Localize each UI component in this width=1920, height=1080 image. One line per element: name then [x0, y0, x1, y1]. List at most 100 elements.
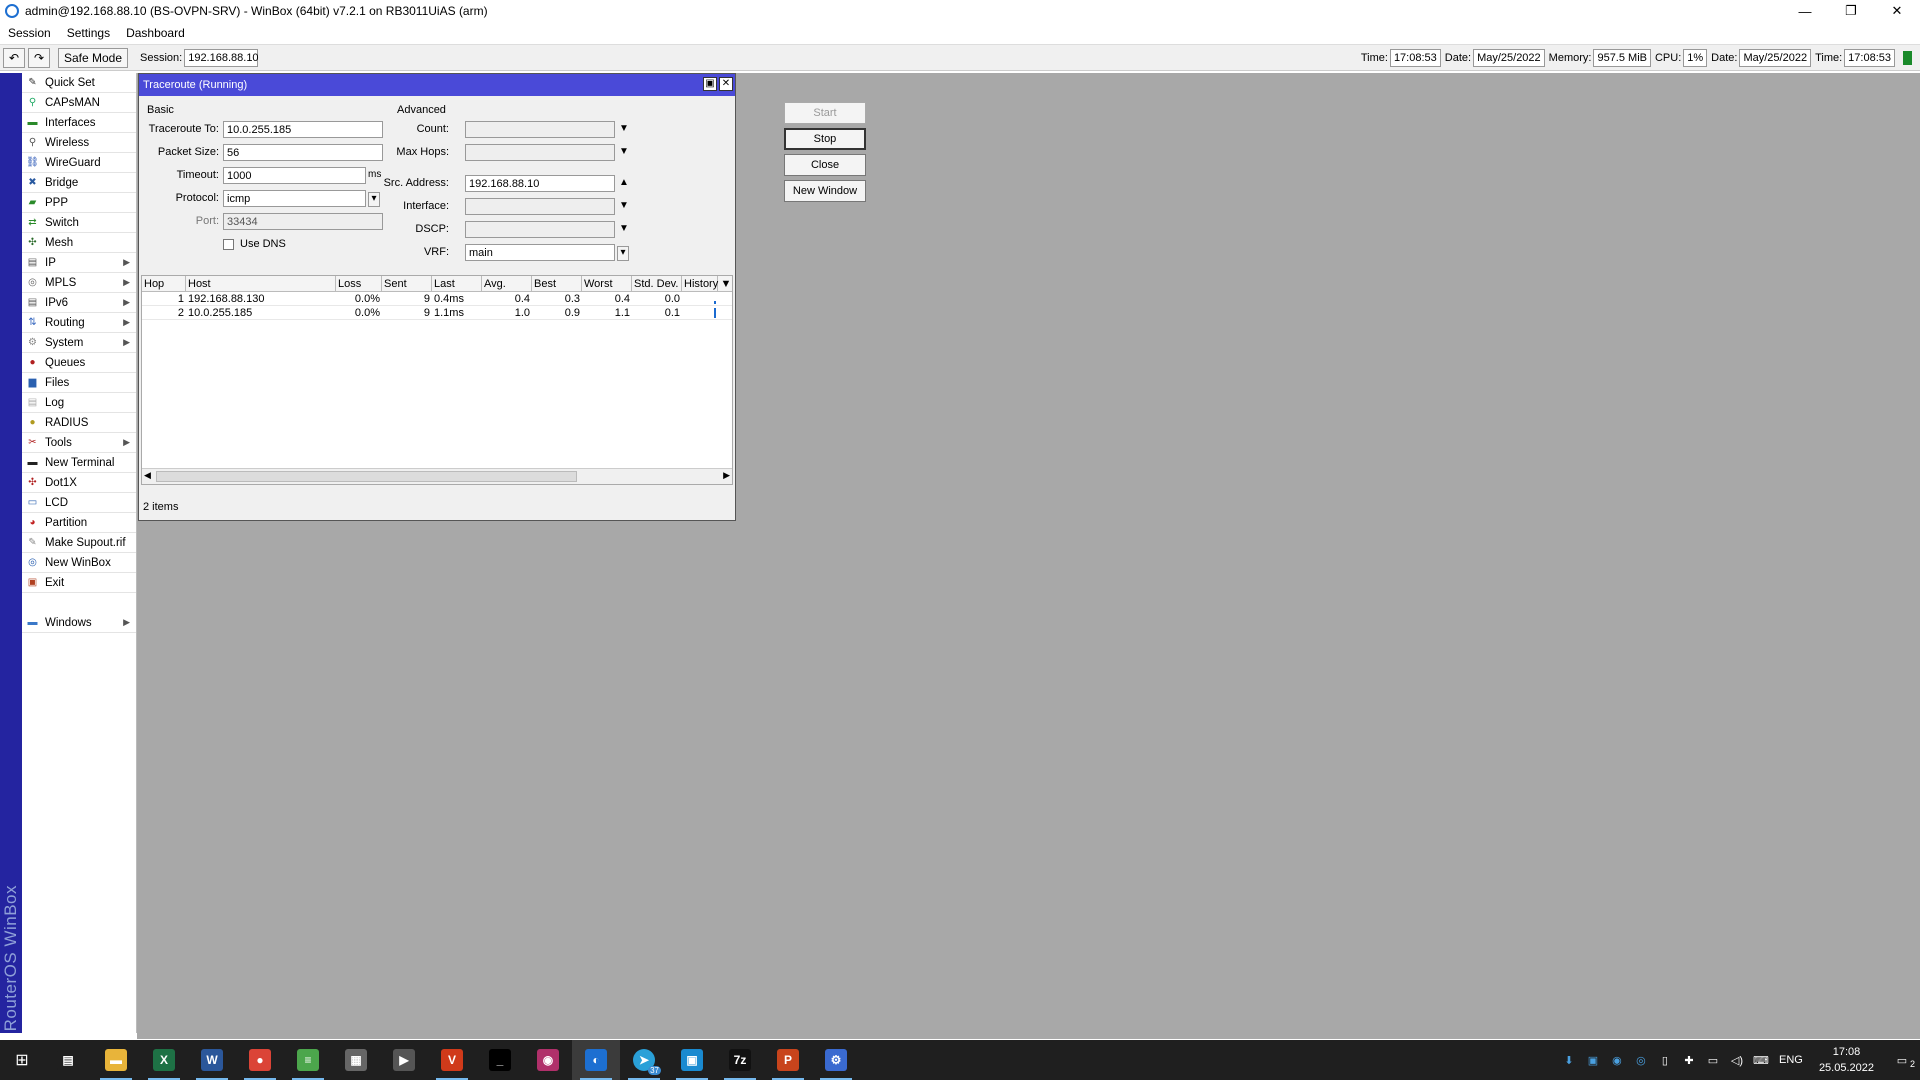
close-button[interactable]: ✕: [1874, 0, 1920, 22]
menu-settings[interactable]: Settings: [59, 26, 118, 40]
sidebar-item-tools[interactable]: ✂ Tools ▶: [22, 433, 136, 453]
col-last[interactable]: Last: [432, 276, 482, 291]
sidebar-item-mpls[interactable]: ◎ MPLS ▶: [22, 273, 136, 293]
src-address-collapse-icon[interactable]: ▲: [618, 177, 630, 188]
taskbar-app-terminal[interactable]: _: [476, 1040, 524, 1080]
table-row[interactable]: 1 192.168.88.130 0.0% 9 0.4ms 0.4 0.3 0.4 0.0: [142, 292, 732, 306]
redo-button[interactable]: ↷: [28, 47, 50, 68]
dscp-input[interactable]: [465, 221, 615, 238]
sidebar-item-ipv6[interactable]: ▤ IPv6 ▶: [22, 293, 136, 313]
col-sent[interactable]: Sent: [382, 276, 432, 291]
close-dialog-button[interactable]: Close: [784, 154, 866, 176]
sidebar-item-make-supout-rif[interactable]: ✎ Make Supout.rif: [22, 533, 136, 553]
start-button[interactable]: ⊞: [0, 1040, 44, 1080]
taskbar-app-vlc[interactable]: V: [428, 1040, 476, 1080]
vrf-select[interactable]: main: [465, 244, 615, 261]
sidebar-item-interfaces[interactable]: ▬ Interfaces: [22, 113, 136, 133]
table-row[interactable]: 2 10.0.255.185 0.0% 9 1.1ms 1.0 0.9 1.1 0.1: [142, 306, 732, 320]
notifications-icon[interactable]: ▭ 2: [1887, 1051, 1917, 1070]
sidebar-item-log[interactable]: ▤ Log: [22, 393, 136, 413]
remote-tray-icon[interactable]: ▣: [1584, 1051, 1602, 1069]
menu-session[interactable]: Session: [0, 26, 59, 40]
taskbar-app-calculator[interactable]: ▦: [332, 1040, 380, 1080]
search-tray-icon[interactable]: ◎: [1632, 1051, 1650, 1069]
interface-dropdown-icon[interactable]: ▼: [618, 200, 630, 211]
timeout-input[interactable]: 1000: [223, 167, 366, 184]
sidebar-item-bridge[interactable]: ✖ Bridge: [22, 173, 136, 193]
sidebar-item-exit[interactable]: ▣ Exit: [22, 573, 136, 593]
sidebar-item-lcd[interactable]: ▭ LCD: [22, 493, 136, 513]
sidebar-item-files[interactable]: ▆ Files: [22, 373, 136, 393]
col-history[interactable]: History: [682, 276, 718, 291]
columns-menu-icon[interactable]: ▼: [718, 276, 732, 291]
sidebar-item-wireguard[interactable]: ⛓ WireGuard: [22, 153, 136, 173]
sidebar-item-dot1x[interactable]: ✣ Dot1X: [22, 473, 136, 493]
taskbar-app-remote[interactable]: ▣: [668, 1040, 716, 1080]
packet-size-input[interactable]: 56: [223, 144, 383, 161]
network-tray-icon[interactable]: ▭: [1704, 1051, 1722, 1069]
traceroute-title-bar[interactable]: Traceroute (Running) ▣ ✕: [139, 74, 735, 96]
sidebar-item-routing[interactable]: ⇅ Routing ▶: [22, 313, 136, 333]
col-std-dev[interactable]: Std. Dev.: [632, 276, 682, 291]
restore-button[interactable]: ❐: [1828, 0, 1874, 22]
taskbar-app-network[interactable]: ◉: [524, 1040, 572, 1080]
sidebar-item-capsman[interactable]: ⚲ CAPsMAN: [22, 93, 136, 113]
count-input[interactable]: [465, 121, 615, 138]
taskbar-app-telegram[interactable]: ➤ 37: [620, 1040, 668, 1080]
taskbar-app-file-explorer[interactable]: ▬: [92, 1040, 140, 1080]
src-address-input[interactable]: 192.168.88.10: [465, 175, 615, 192]
stop-button[interactable]: Stop: [784, 128, 866, 150]
sidebar-item-windows[interactable]: ▬ Windows ▶: [22, 613, 136, 633]
download-tray-icon[interactable]: ⬇: [1560, 1051, 1578, 1069]
sidebar-item-mesh[interactable]: ✣ Mesh: [22, 233, 136, 253]
scrollbar-thumb[interactable]: [156, 471, 577, 482]
sidebar-item-ppp[interactable]: ▰ PPP: [22, 193, 136, 213]
sidebar-item-wireless[interactable]: ⚲ Wireless: [22, 133, 136, 153]
taskbar-app-media[interactable]: ▶: [380, 1040, 428, 1080]
close-window-icon[interactable]: ✕: [719, 77, 733, 91]
globe-tray-icon[interactable]: ◉: [1608, 1051, 1626, 1069]
sidebar-item-quick-set[interactable]: ✎ Quick Set: [22, 73, 136, 93]
horizontal-scrollbar[interactable]: ◀ ▶: [142, 468, 732, 484]
scroll-left-icon[interactable]: ◀: [144, 470, 151, 481]
col-best[interactable]: Best: [532, 276, 582, 291]
use-dns-checkbox[interactable]: [223, 238, 234, 250]
col-worst[interactable]: Worst: [582, 276, 632, 291]
start-button[interactable]: Start: [784, 102, 866, 124]
max-hops-dropdown-icon[interactable]: ▼: [618, 146, 630, 157]
new-window-button[interactable]: New Window: [784, 180, 866, 202]
sidebar-item-radius[interactable]: ● RADIUS: [22, 413, 136, 433]
col-loss[interactable]: Loss: [336, 276, 382, 291]
use-dns-checkbox-row[interactable]: Use DNS: [223, 238, 286, 250]
col-hop[interactable]: Hop: [142, 276, 186, 291]
sidebar-item-new-winbox[interactable]: ◎ New WinBox: [22, 553, 136, 573]
protocol-select[interactable]: icmp: [223, 190, 366, 207]
scroll-right-icon[interactable]: ▶: [723, 470, 730, 481]
sidebar-item-ip[interactable]: ▤ IP ▶: [22, 253, 136, 273]
taskbar-app-excel[interactable]: X: [140, 1040, 188, 1080]
sidebar-item-switch[interactable]: ⇄ Switch: [22, 213, 136, 233]
taskbar-app-chrome[interactable]: ●: [236, 1040, 284, 1080]
sidebar-item-partition[interactable]: ◕ Partition: [22, 513, 136, 533]
maximize-window-icon[interactable]: ▣: [703, 77, 717, 91]
traceroute-to-input[interactable]: 10.0.255.185: [223, 121, 383, 138]
sidebar-item-new-terminal[interactable]: ▬ New Terminal: [22, 453, 136, 473]
volume-tray-icon[interactable]: ◁): [1728, 1051, 1746, 1069]
taskbar-app-winbox-app[interactable]: ◐: [572, 1040, 620, 1080]
security-tray-icon[interactable]: ✚: [1680, 1051, 1698, 1069]
taskbar-app-powerpoint[interactable]: P: [764, 1040, 812, 1080]
menu-dashboard[interactable]: Dashboard: [118, 26, 193, 40]
max-hops-input[interactable]: [465, 144, 615, 161]
session-field[interactable]: 192.168.88.10: [184, 48, 259, 67]
interface-input[interactable]: [465, 198, 615, 215]
safe-mode-button[interactable]: Safe Mode: [58, 47, 128, 68]
undo-button[interactable]: ↶: [3, 47, 25, 68]
sidebar-item-queues[interactable]: ● Queues: [22, 353, 136, 373]
taskbar-app-network-mgr[interactable]: ⚙: [812, 1040, 860, 1080]
dscp-dropdown-icon[interactable]: ▼: [618, 223, 630, 234]
taskbar-app-task-view[interactable]: ▤: [44, 1040, 92, 1080]
clock[interactable]: 17:08 25.05.2022: [1819, 1044, 1874, 1076]
taskbar-app-notepad[interactable]: ≡: [284, 1040, 332, 1080]
usb-tray-icon[interactable]: ▯: [1656, 1051, 1674, 1069]
taskbar-app-7zip[interactable]: 7z: [716, 1040, 764, 1080]
